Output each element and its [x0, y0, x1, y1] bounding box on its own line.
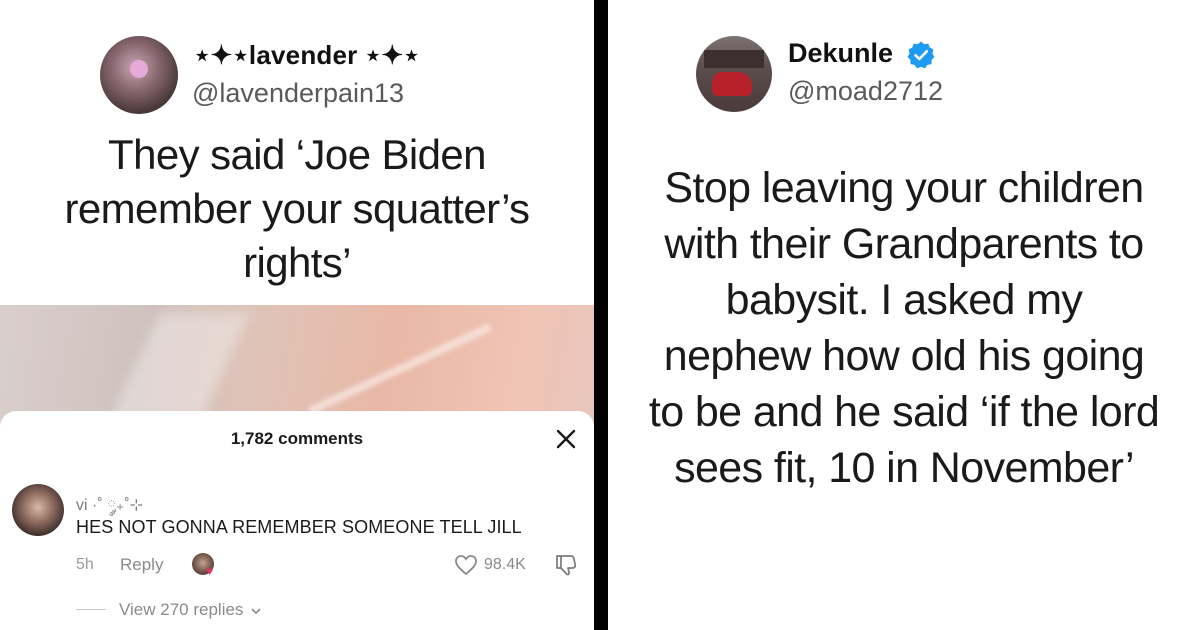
view-replies-label: View 270 replies — [119, 600, 244, 619]
chevron-down-icon — [251, 607, 261, 614]
comments-sheet: 1,782 comments vi ·˚ ༘₊˚⊹ HES NOT GONNA … — [0, 411, 594, 630]
dislike-icon[interactable] — [554, 553, 578, 577]
view-replies-button[interactable]: View 270 replies — [119, 600, 262, 620]
replies-divider — [76, 609, 106, 610]
post-text: They said ‘Joe Biden remember your squat… — [64, 131, 531, 286]
heart-icon[interactable] — [454, 554, 478, 576]
verified-icon — [907, 41, 935, 69]
like-count: 98.4K — [484, 556, 526, 573]
display-name[interactable]: Dekunle — [788, 38, 893, 69]
display-name[interactable]: ⋆✦⋆lavender ⋆✦⋆ — [194, 40, 420, 71]
heart-icon: ♥ — [206, 564, 214, 578]
right-post-panel: Dekunle @moad2712 Stop leaving your chil… — [608, 0, 1200, 630]
panel-divider — [594, 0, 608, 630]
comment-timestamp: 5h — [76, 556, 94, 573]
avatar[interactable] — [12, 484, 64, 536]
comment-text: HES NOT GONNA REMEMBER SOMEONE TELL JILL — [76, 517, 522, 537]
avatar[interactable] — [696, 36, 772, 112]
comments-count: 1,782 comments — [230, 429, 364, 448]
user-handle[interactable]: @lavenderpain13 — [192, 78, 404, 109]
left-post-panel: ⋆✦⋆lavender ⋆✦⋆ @lavenderpain13 They sai… — [0, 0, 594, 630]
post-text: Stop leaving your children with their Gr… — [648, 164, 1160, 492]
reply-button[interactable]: Reply — [120, 555, 163, 575]
user-handle[interactable]: @moad2712 — [788, 76, 943, 107]
avatar[interactable] — [100, 36, 178, 114]
close-icon[interactable] — [554, 427, 578, 451]
